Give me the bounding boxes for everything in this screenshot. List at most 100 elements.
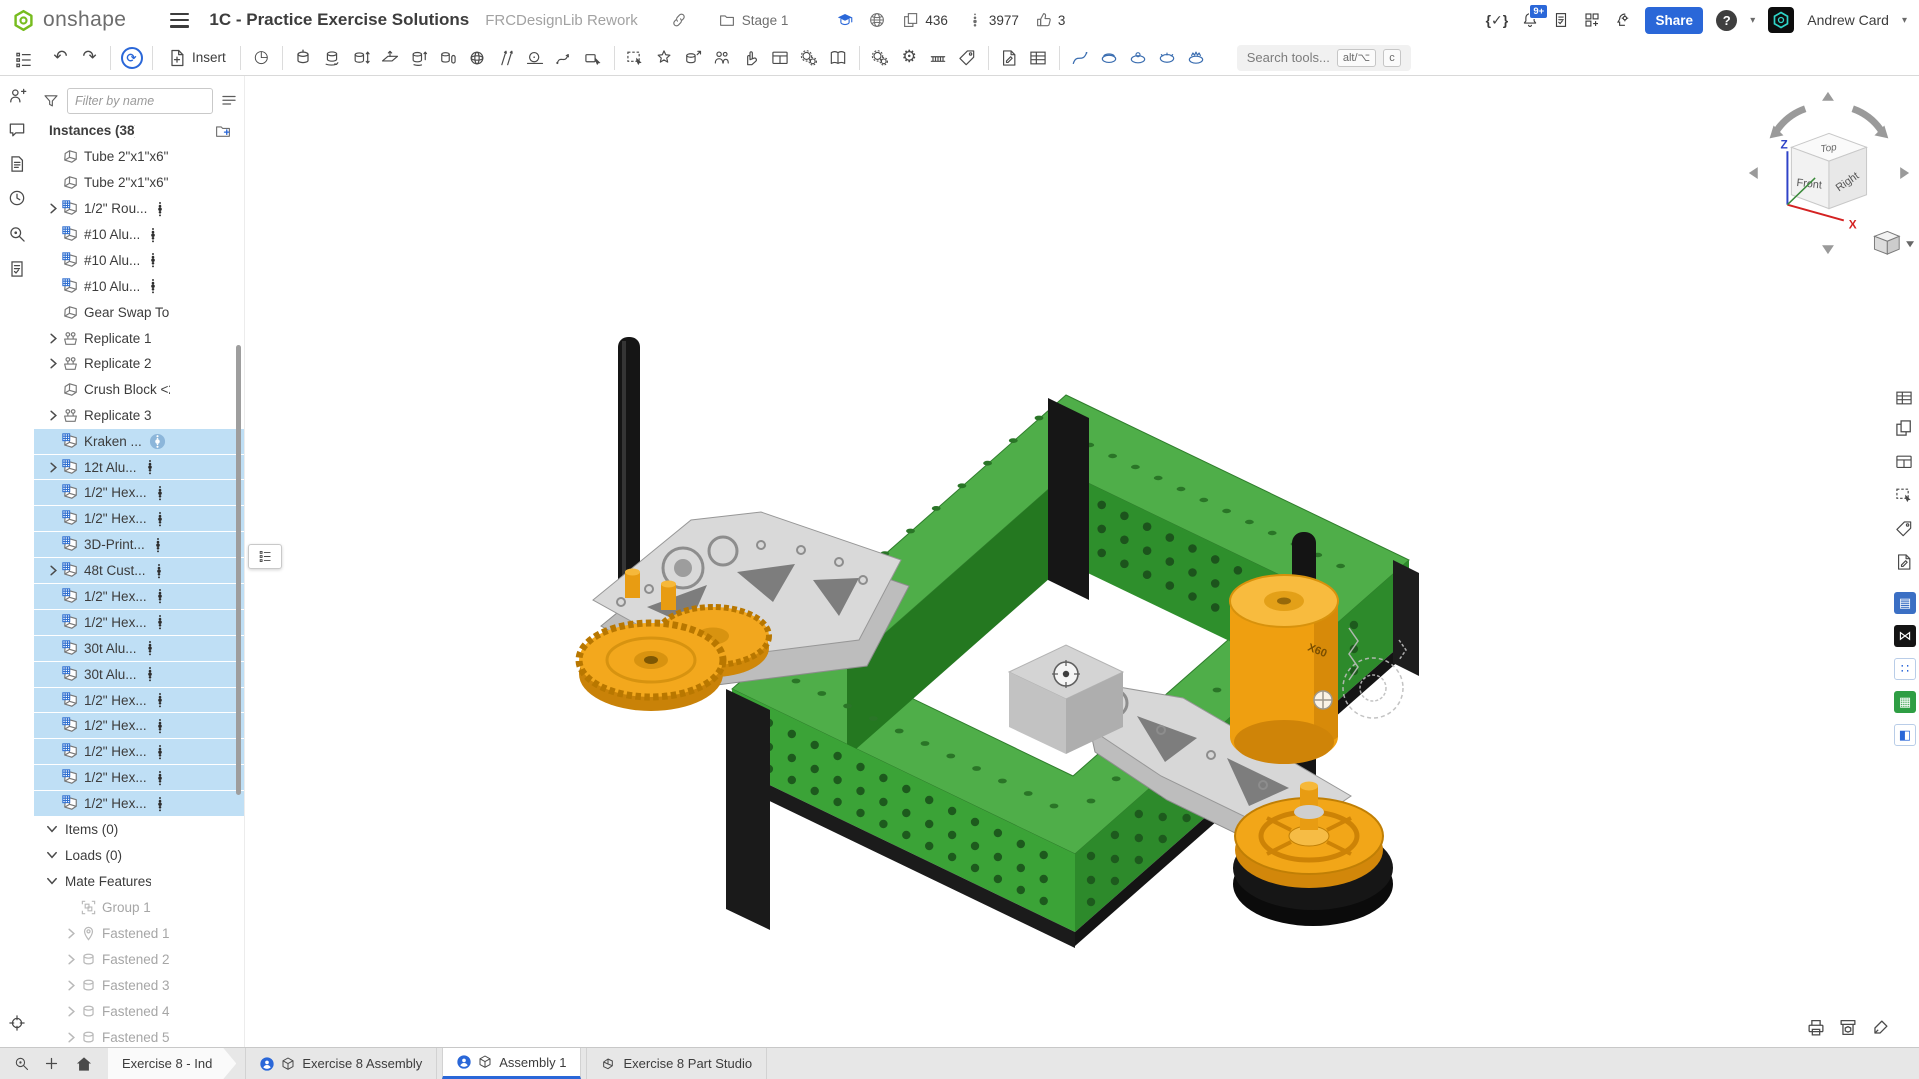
instance-row[interactable]: Replicate 3 (34, 403, 244, 429)
assembly-3d-view[interactable]: X60 (246, 76, 1919, 1047)
list-view-icon[interactable] (220, 92, 238, 110)
view-cube[interactable]: Top Front Right Z X (1735, 86, 1917, 261)
help-caret-icon[interactable]: ▾ (1750, 15, 1755, 26)
instance-row[interactable]: 48t Cust... (34, 558, 244, 584)
notifications-button[interactable]: 9+ (1521, 11, 1539, 29)
section-header-mate-features[interactable]: Mate Features (24) (34, 869, 244, 895)
link-icon[interactable] (670, 11, 688, 29)
exploded-views-button[interactable] (1153, 44, 1182, 72)
mate-slider-button[interactable] (347, 44, 376, 72)
instance-row[interactable]: 1/2" Hex... (34, 739, 244, 765)
learning-icon[interactable] (1614, 11, 1632, 29)
appearances-button[interactable] (1182, 44, 1211, 72)
instance-row[interactable]: 1/2" Hex... (34, 610, 244, 636)
tab-assembly-1[interactable]: Assembly 1 (442, 1048, 581, 1079)
properties-panel-button[interactable] (1892, 416, 1916, 440)
tab-exercise-8-assembly[interactable]: Exercise 8 Assembly (245, 1048, 437, 1079)
mate-row[interactable]: Group 1 (34, 895, 244, 921)
share-button[interactable]: Share (1645, 7, 1703, 34)
mate-row[interactable]: Fastened 5 (34, 1024, 244, 1047)
follow-presence-button[interactable] (7, 86, 27, 106)
app-doc-blue-button[interactable]: ◧ (1894, 724, 1916, 746)
filter-icon[interactable] (42, 92, 60, 110)
mate-planar-button[interactable] (376, 44, 405, 72)
instance-row[interactable]: 1/2" Hex... (34, 765, 244, 791)
chevron-right-icon[interactable] (64, 1004, 80, 1019)
publications-button[interactable] (824, 44, 853, 72)
section-header-loads[interactable]: Loads (0) (34, 843, 244, 869)
pan-left-arrow-icon[interactable] (1749, 167, 1758, 179)
render-button[interactable] (1869, 1017, 1891, 1039)
instance-row[interactable]: Tube 2"x1"x6" <2> (34, 170, 244, 196)
instance-row[interactable]: #10 Alu... (34, 222, 244, 248)
graphics-viewport[interactable]: X60 (246, 76, 1919, 1047)
avatar[interactable] (1768, 7, 1794, 33)
history-button[interactable] (7, 188, 27, 208)
tab-exercise-8-part-studio[interactable]: Exercise 8 Part Studio (586, 1048, 767, 1079)
box-select-button[interactable] (621, 44, 650, 72)
tab-exercise-8-ind[interactable]: Exercise 8 - Ind (108, 1048, 236, 1079)
tilt-down-arrow-icon[interactable] (1822, 245, 1834, 254)
likes-stat[interactable]: 3 (1035, 11, 1066, 29)
rotate-right-arrow-icon[interactable] (1853, 109, 1883, 133)
selection-panel-button[interactable] (1892, 483, 1916, 507)
mate-row[interactable]: Fastened 2 (34, 947, 244, 973)
configurations-button[interactable]: ⚙ (895, 44, 924, 72)
chevron-right-icon[interactable] (64, 1030, 80, 1045)
chevron-right-icon[interactable] (46, 331, 62, 346)
tag-tool-button[interactable] (953, 44, 982, 72)
help-button[interactable]: ? (1716, 10, 1737, 31)
insert-button[interactable]: Insert (159, 44, 234, 72)
chevron-right-icon[interactable] (64, 978, 80, 993)
instance-row[interactable]: #10 Alu... (34, 247, 244, 273)
redo-button[interactable]: ↷ (75, 44, 104, 72)
instance-row[interactable]: #10 Alu... (34, 273, 244, 299)
feature-pattern-button[interactable] (866, 44, 895, 72)
instance-row[interactable]: 1/2" Hex... (34, 480, 244, 506)
instance-row[interactable]: 1/2" Hex... (34, 713, 244, 739)
instance-row[interactable]: Gear Swap Top Plate ... (34, 299, 244, 325)
chevron-right-icon[interactable] (64, 952, 80, 967)
undo-button[interactable]: ↶ (46, 44, 75, 72)
workspace-selector[interactable]: Stage 1 (718, 11, 789, 29)
chevron-right-icon[interactable] (46, 460, 62, 475)
mate-ball-button[interactable] (463, 44, 492, 72)
measure-button[interactable] (7, 1013, 27, 1033)
create-drawing-button[interactable] (995, 44, 1024, 72)
sketch-spline-button[interactable] (1066, 44, 1095, 72)
insert-instance-icon[interactable] (214, 122, 232, 140)
instance-row[interactable]: 3D-Print... (34, 532, 244, 558)
release-notes-icon[interactable] (1552, 11, 1570, 29)
chevron-right-icon[interactable] (64, 926, 80, 941)
insert-part-button[interactable] (650, 44, 679, 72)
spotlight-search-button[interactable] (7, 224, 27, 244)
drag-mode-button[interactable] (737, 44, 766, 72)
display-states-button[interactable] (766, 44, 795, 72)
section-view-button[interactable] (1095, 44, 1124, 72)
comments-button[interactable] (7, 120, 27, 140)
learning-center-icon[interactable] (836, 11, 854, 29)
display-panel-button[interactable] (1892, 450, 1916, 474)
scripting-icon[interactable]: {✓} (1486, 12, 1509, 29)
named-positions-button[interactable] (708, 44, 737, 72)
chevron-right-icon[interactable] (46, 356, 62, 371)
material-panel-button[interactable] (1892, 517, 1916, 541)
chevron-down-icon[interactable] (45, 874, 60, 890)
rack-tool-button[interactable] (924, 44, 953, 72)
add-tab-button[interactable] (36, 1048, 66, 1079)
app-table-green-button[interactable]: ▦ (1894, 691, 1916, 713)
bom-panel-button[interactable] (1892, 386, 1916, 410)
bill-of-materials-button[interactable] (1024, 44, 1053, 72)
notes-panel-button[interactable] (1892, 550, 1916, 574)
rotate-left-arrow-icon[interactable] (1776, 109, 1806, 133)
animate-button[interactable]: ◷ (247, 44, 276, 72)
replicate-tool-button[interactable] (795, 44, 824, 72)
app-bowtie-black-button[interactable]: ⋈ (1894, 625, 1916, 647)
app-grid-blue-button[interactable]: ∷ (1894, 658, 1916, 680)
chevron-right-icon[interactable] (46, 201, 62, 216)
instance-row[interactable]: 1/2" Hex... (34, 791, 244, 817)
chevron-down-icon[interactable] (45, 848, 60, 864)
mate-revolute-button[interactable] (318, 44, 347, 72)
print-button[interactable] (1805, 1017, 1827, 1039)
instance-row[interactable]: 1/2" Hex... (34, 584, 244, 610)
